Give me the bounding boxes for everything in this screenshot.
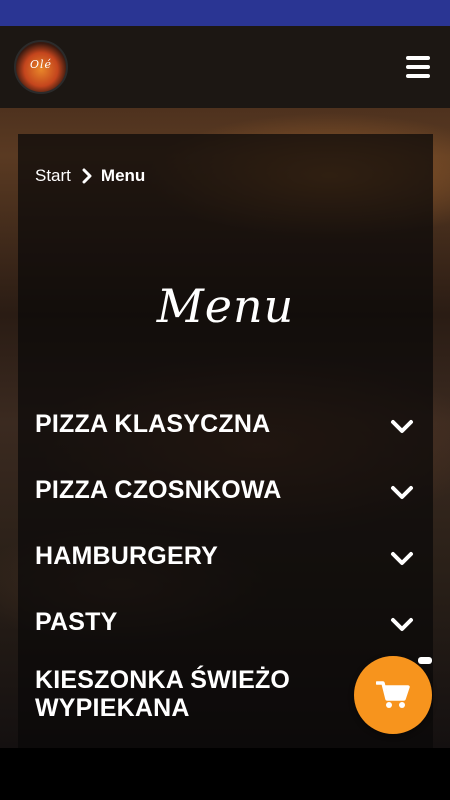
breadcrumb-current: Menu (100, 166, 146, 185)
category-item-pizza-klasyczna[interactable]: PIZZA KLASYCZNA (18, 402, 433, 468)
shopping-cart-icon (376, 681, 410, 708)
logo-text: Olé (29, 58, 53, 71)
category-item-hamburgery[interactable]: HAMBURGERY (18, 534, 433, 600)
category-label: KIESZONKA ŚWIEŻO WYPIEKANA (35, 666, 291, 722)
category-label: PIZZA KLASYCZNA (35, 410, 271, 438)
cart-badge-indicator (418, 657, 432, 664)
menu-bar (406, 65, 430, 69)
chevron-right-icon (82, 168, 92, 184)
menu-bar (406, 56, 430, 60)
page-background: Olé Start Menu Menu PIZZA KLASYCZNA PIZZ… (0, 26, 450, 748)
page-title: Menu (156, 279, 295, 333)
chevron-down-icon (391, 420, 413, 433)
cart-button[interactable] (354, 656, 432, 734)
category-label: PASTY (35, 608, 118, 636)
chevron-down-icon (391, 552, 413, 565)
chevron-down-icon (391, 618, 413, 631)
hamburger-menu-icon[interactable] (400, 54, 436, 82)
category-label: HAMBURGERY (35, 542, 219, 570)
status-bar (0, 0, 450, 26)
menu-card: Start Menu Menu PIZZA KLASYCZNA PIZZA CZ… (18, 134, 433, 748)
bottom-bar (0, 748, 450, 800)
category-item-pasty[interactable]: PASTY (18, 600, 433, 666)
chevron-down-icon (391, 486, 413, 499)
breadcrumb: Start Menu (35, 166, 145, 186)
menu-bar (406, 74, 430, 78)
site-header: Olé (0, 26, 450, 108)
site-logo[interactable]: Olé (14, 40, 68, 94)
category-label: PIZZA CZOSNKOWA (35, 476, 282, 504)
category-item-pizza-czosnkowa[interactable]: PIZZA CZOSNKOWA (18, 468, 433, 534)
breadcrumb-start-link[interactable]: Start (35, 166, 71, 186)
